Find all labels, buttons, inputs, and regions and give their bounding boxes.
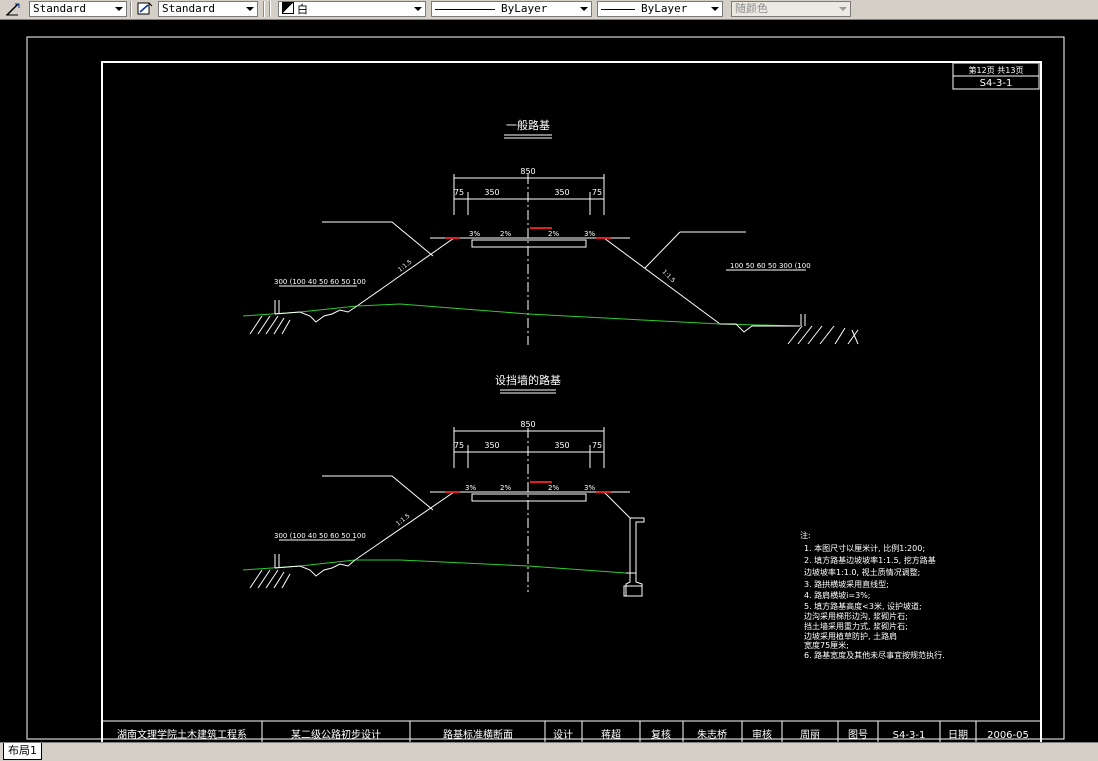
- dim-left-shoulder: 75: [454, 188, 464, 197]
- linetype-sample: [435, 8, 495, 10]
- dim-style-value: Standard: [162, 2, 215, 15]
- linetype-value: ByLayer: [435, 2, 547, 16]
- note-line: 边坡坡率1:1.0, 视土质情况调整;: [804, 567, 920, 577]
- ground-hatch-right: [787, 325, 859, 345]
- note-line: 1. 本图尺寸以厘米计, 比例1:200;: [804, 543, 925, 553]
- right-ditch-dims: 100 50 60 50 300 (100: [730, 262, 811, 270]
- dim-style-icon[interactable]: [136, 1, 154, 17]
- left-ditch-dims: 300 (100 40 50 60 50 100: [274, 532, 366, 540]
- linetype-select[interactable]: ByLayer: [431, 1, 592, 17]
- layout-tab-bar: 布局1: [0, 742, 1098, 761]
- ground-hatch-left: [249, 569, 291, 589]
- text-style-icon[interactable]: [4, 1, 22, 17]
- slope-left-lane: 2%: [500, 484, 511, 492]
- slope-right-shoulder: 3%: [584, 230, 595, 238]
- note-line: 挡土墙采用重力式, 浆砌片石;: [804, 621, 908, 631]
- dim-right-shoulder: 75: [592, 188, 602, 197]
- chevron-down-icon: [577, 2, 589, 16]
- slope-right-lane: 2%: [548, 484, 559, 492]
- lineweight-value: ByLayer: [601, 2, 687, 16]
- tb-drawing-no: S4-3-1: [893, 730, 926, 741]
- retaining-wall: [623, 517, 645, 597]
- note-line: 3. 路拱横坡采用直线型;: [804, 579, 889, 589]
- color-swatch-icon: [282, 2, 294, 14]
- tab-layout1[interactable]: 布局1: [3, 743, 42, 760]
- page-info: 第12页 共13页: [969, 65, 1024, 75]
- color-select[interactable]: 白: [278, 1, 426, 17]
- left-ditch-dims: 300 (100 40 50 60 50 100: [274, 278, 366, 286]
- note-line: 边坡采用植草防护, 土路肩: [804, 631, 897, 641]
- note-line: 4. 路肩横坡i=3%;: [804, 590, 871, 600]
- dim-left-lane: 350: [484, 441, 499, 450]
- embankment-outline: [356, 237, 721, 325]
- drawing-canvas[interactable]: 第12页 共13页 S4-3-1 一般路基 850 75 350 350 75 …: [0, 19, 1098, 742]
- tb-drawing-title: 路基标准横断面: [443, 728, 513, 741]
- tb-design-label: 设计: [553, 728, 573, 741]
- lineweight-select[interactable]: ByLayer: [597, 1, 723, 17]
- dim-right-shoulder: 75: [592, 441, 602, 450]
- dim-left-lane: 350: [484, 188, 499, 197]
- ground-hatch-left: [249, 315, 291, 335]
- chevron-down-icon: [411, 2, 423, 16]
- note-line: 6. 路基宽度及其他未尽事宜按规范执行.: [804, 650, 945, 660]
- chevron-down-icon: [708, 2, 720, 16]
- toolbar-separator: [269, 1, 271, 17]
- toolbar-separator: [263, 1, 265, 17]
- text-style-value: Standard: [33, 2, 86, 15]
- section1-title: 一般路基: [506, 119, 550, 132]
- drawing-no-top: S4-3-1: [980, 78, 1013, 89]
- tb-date-label: 日期: [948, 729, 968, 741]
- page-info-box: 第12页 共13页 S4-3-1: [952, 62, 1040, 90]
- design-notes: 注: 1. 本图尺寸以厘米计, 比例1:200; 2. 填方路基边坡坡率1:1.…: [800, 530, 945, 660]
- slope-right-shoulder: 3%: [584, 484, 595, 492]
- dim-right-lane: 350: [554, 188, 569, 197]
- dim-left-shoulder: 75: [454, 441, 464, 450]
- color-name: 白: [297, 3, 308, 16]
- note-line: 边沟采用梯形边沟, 浆砌片石;: [804, 611, 908, 621]
- section2-title: 设挡墙的路基: [495, 373, 561, 387]
- plot-style-value: 随颜色: [735, 2, 768, 15]
- color-value: 白: [282, 2, 308, 17]
- tb-check-label: 复核: [651, 728, 671, 741]
- tb-review-label: 审核: [752, 728, 772, 741]
- note-line: 宽度75厘米;: [804, 640, 849, 650]
- drawing-frame: [101, 61, 1042, 742]
- slope-left-shoulder: 3%: [469, 230, 480, 238]
- chevron-down-icon: [836, 2, 848, 16]
- lineweight-sample: [601, 8, 635, 10]
- notes-title: 注:: [800, 530, 811, 540]
- tb-school: 湖南文理学院土木建筑工程系: [117, 728, 247, 741]
- paper-border: [26, 36, 1065, 740]
- slope-left-lane: 2%: [500, 230, 511, 238]
- toolbar-separator: [130, 1, 132, 17]
- section-retaining-wall-roadbed: 设挡墙的路基 850 75 350 350 75 3% 2% 2% 3% 1:1…: [242, 373, 645, 597]
- chevron-down-icon: [112, 2, 124, 16]
- chevron-down-icon: [243, 2, 255, 16]
- dim-total: 850: [520, 167, 535, 176]
- lineweight-name: ByLayer: [641, 2, 688, 15]
- plot-style-select: 随颜色: [731, 1, 851, 17]
- text-style-select[interactable]: Standard: [29, 1, 127, 17]
- linetype-name: ByLayer: [501, 2, 548, 15]
- pavement-layer: [471, 239, 587, 248]
- dim-right-lane: 350: [554, 441, 569, 450]
- tb-drawing-no-label: 图号: [848, 729, 868, 741]
- slope-ratio-left: 1:1.5: [395, 512, 412, 527]
- slope-ratio-left: 1:1.5: [397, 258, 414, 273]
- slope-right-lane: 2%: [548, 230, 559, 238]
- tb-reviewer: 周丽: [800, 729, 820, 741]
- note-line: 2. 填方路基边坡坡率1:1.5, 挖方路基: [804, 555, 936, 565]
- section-general-roadbed: 一般路基 850 75 350 350 75 3% 2% 2% 3% 1:1.5…: [242, 119, 859, 345]
- dim-style-select[interactable]: Standard: [158, 1, 258, 17]
- dim-total: 850: [520, 420, 535, 429]
- tb-date: 2006-05: [987, 730, 1029, 741]
- note-line: 5. 填方路基高度<3米, 设护坡道;: [804, 601, 922, 611]
- tb-project: 某二级公路初步设计: [291, 728, 381, 741]
- properties-toolbar: Standard Standard 白 ByLayer ByLayer 随颜色: [0, 0, 1098, 20]
- tb-checker: 朱志桥: [697, 728, 727, 741]
- title-block: 湖南文理学院土木建筑工程系 某二级公路初步设计 路基标准横断面 设计 蒋超 复核…: [102, 720, 1041, 742]
- tb-designer: 蒋超: [601, 728, 621, 741]
- slope-left-shoulder: 3%: [465, 484, 476, 492]
